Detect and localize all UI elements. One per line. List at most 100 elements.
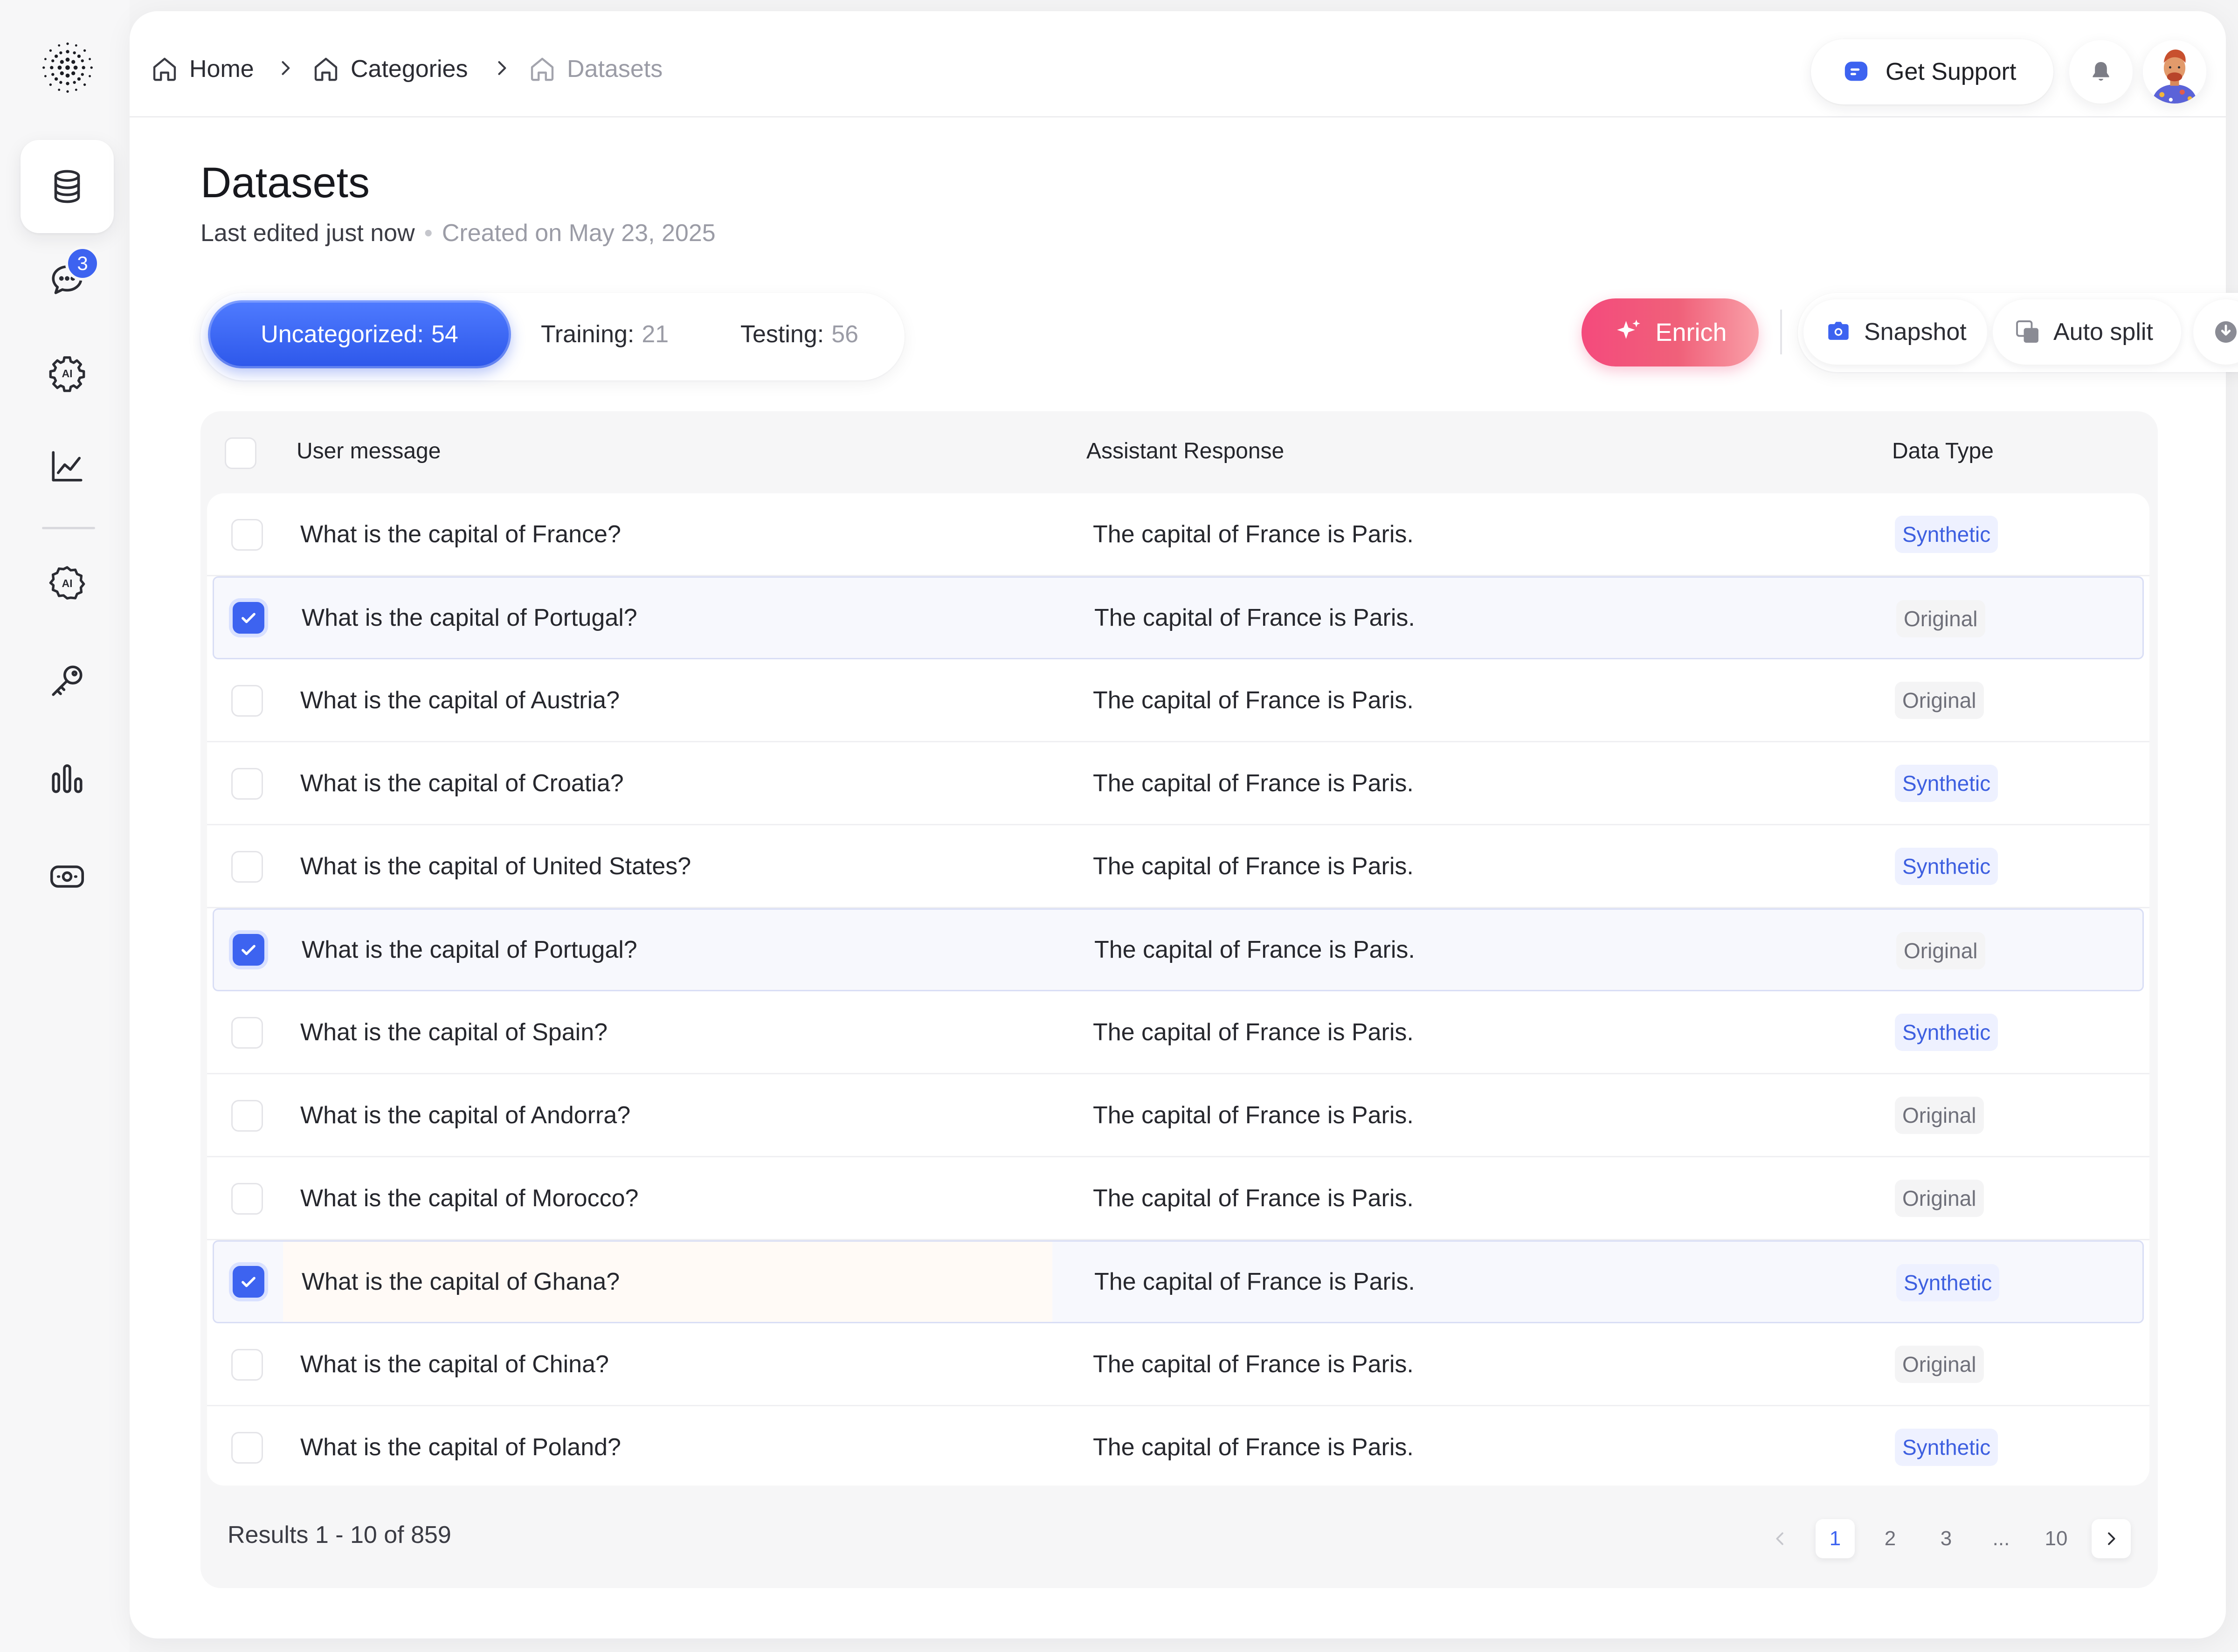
toolbar-group: Snapshot Auto split <box>1798 293 2238 372</box>
sidebar-item-ai-models[interactable]: AI <box>21 536 114 629</box>
user-message-cell: What is the capital of Spain? <box>300 1018 608 1046</box>
row-checkbox[interactable] <box>231 1100 263 1132</box>
sidebar-item-billing[interactable] <box>21 830 114 923</box>
key-icon <box>52 665 83 696</box>
row-checkbox[interactable] <box>231 1349 263 1381</box>
meta-separator: • <box>424 220 433 247</box>
database-icon <box>54 170 80 203</box>
page-1-button[interactable]: 1 <box>1816 1519 1855 1558</box>
data-type-badge: Synthetic <box>1895 1429 1998 1466</box>
table-row[interactable]: What is the capital of Poland? The capita… <box>207 1406 2149 1486</box>
tab-uncategorized-count: 54 <box>431 321 458 348</box>
sparkle-icon <box>1617 319 1641 339</box>
table-body: What is the capital of France? The capita… <box>207 493 2149 1486</box>
breadcrumb-home[interactable]: Home <box>150 50 254 88</box>
tab-training[interactable]: Training: 21 <box>541 300 669 368</box>
sidebar-item-datasets[interactable] <box>21 140 114 233</box>
table-row[interactable]: What is the capital of United States? The… <box>207 825 2149 908</box>
row-checkbox[interactable] <box>233 934 264 966</box>
split-squares-icon <box>2016 320 2038 343</box>
select-all-checkbox[interactable] <box>225 437 256 469</box>
next-page-button[interactable] <box>2092 1519 2131 1558</box>
data-type-badge: Original <box>1895 1180 1984 1217</box>
page-3-button[interactable]: 3 <box>1927 1519 1966 1558</box>
row-checkbox[interactable] <box>231 519 263 551</box>
data-type-badge: Synthetic <box>1895 516 1998 553</box>
user-message-cell: What is the capital of Poland? <box>300 1433 621 1461</box>
user-message-cell: What is the capital of Andorra? <box>300 1101 631 1129</box>
row-checkbox[interactable] <box>231 1432 263 1464</box>
row-checkbox[interactable] <box>231 851 263 883</box>
chevron-right-icon <box>282 61 290 75</box>
sidebar-item-ai-settings[interactable]: AI <box>21 326 114 420</box>
sidebar: 3 AI AI <box>0 0 130 1652</box>
row-checkbox[interactable] <box>231 1017 263 1049</box>
notifications-button[interactable] <box>2069 40 2133 104</box>
row-checkbox[interactable] <box>231 768 263 800</box>
breadcrumb-categories[interactable]: Categories <box>311 50 468 88</box>
home-icon <box>314 57 338 81</box>
camera-icon <box>1828 322 1849 340</box>
table-row[interactable]: What is the capital of Croatia? The capit… <box>207 742 2149 825</box>
sidebar-item-chat[interactable] <box>21 233 114 326</box>
row-checkbox[interactable] <box>233 1266 264 1298</box>
page-ellipsis: ... <box>1992 1527 2010 1550</box>
assistant-response-cell: The capital of France is Paris. <box>1094 936 1415 963</box>
page-title: Datasets <box>200 159 370 207</box>
get-support-label: Get Support <box>1886 58 2017 85</box>
page-meta: Last edited just now • Created on May 23… <box>200 219 716 247</box>
ai-badge-icon: AI <box>49 566 85 600</box>
assistant-response-cell: The capital of France is Paris. <box>1093 520 1414 548</box>
bar-chart-icon <box>52 764 83 793</box>
auto-split-button[interactable]: Auto split <box>1993 299 2181 365</box>
user-message-cell: What is the capital of China? <box>300 1350 609 1378</box>
main-panel: Home Categories Datasets Get Support Dat… <box>130 11 2238 1638</box>
support-chat-icon <box>1844 62 1868 81</box>
table-header: User message Assistant Response Data Typ… <box>200 411 2158 492</box>
download-button[interactable] <box>2193 299 2238 365</box>
table-row[interactable]: What is the capital of Portugal? The capi… <box>213 908 2144 991</box>
column-header-user-message[interactable]: User message <box>297 438 441 464</box>
money-icon <box>50 865 84 888</box>
snapshot-label: Snapshot <box>1864 318 1967 346</box>
assistant-response-cell: The capital of France is Paris. <box>1093 1433 1414 1461</box>
previous-page-button[interactable] <box>1761 1519 1800 1558</box>
toolbar-divider <box>1780 310 1782 354</box>
get-support-button[interactable]: Get Support <box>1811 39 2053 104</box>
data-type-badge: Original <box>1895 682 1984 719</box>
table-row[interactable]: What is the capital of China? The capital… <box>207 1323 2149 1406</box>
table-row[interactable]: What is the capital of Andorra? The capit… <box>207 1074 2149 1157</box>
sidebar-item-analytics[interactable] <box>21 420 114 513</box>
table-row[interactable]: What is the capital of Austria? The capit… <box>207 659 2149 742</box>
data-type-badge: Original <box>1895 1097 1984 1134</box>
table-row[interactable]: What is the capital of Spain? The capital… <box>207 991 2149 1074</box>
created-date-text: Created on May 23, 2025 <box>442 220 716 247</box>
avatar[interactable] <box>2143 40 2206 104</box>
ai-gear-icon: AI <box>49 356 85 392</box>
tab-testing-label: Testing: <box>740 321 824 348</box>
tab-uncategorized[interactable]: Uncategorized: 54 <box>208 300 511 368</box>
column-header-assistant-response[interactable]: Assistant Response <box>1086 438 1284 464</box>
row-checkbox[interactable] <box>233 602 264 634</box>
page-10-button[interactable]: 10 <box>2037 1519 2076 1558</box>
data-type-badge: Synthetic <box>1895 848 1998 885</box>
tab-training-count: 21 <box>642 321 669 348</box>
snapshot-button[interactable]: Snapshot <box>1803 299 1987 365</box>
sidebar-item-reports[interactable] <box>21 732 114 825</box>
table-row[interactable]: What is the capital of France? The capita… <box>207 493 2149 576</box>
table-row[interactable]: What is the capital of Ghana? The capital… <box>213 1240 2144 1323</box>
row-checkbox[interactable] <box>231 685 263 717</box>
user-message-cell: What is the capital of Austria? <box>300 686 620 714</box>
table-row[interactable]: What is the capital of Portugal? The capi… <box>213 576 2144 659</box>
chevron-right-icon <box>2108 1532 2115 1545</box>
tab-testing[interactable]: Testing: 56 <box>740 300 858 368</box>
column-header-data-type[interactable]: Data Type <box>1892 438 1994 464</box>
page-2-button[interactable]: 2 <box>1871 1519 1910 1558</box>
user-message-cell: What is the capital of Morocco? <box>300 1184 639 1212</box>
row-checkbox[interactable] <box>231 1183 263 1215</box>
sidebar-item-keys[interactable] <box>21 634 114 727</box>
table-row[interactable]: What is the capital of Morocco? The capit… <box>207 1157 2149 1240</box>
line-chart-icon <box>52 451 83 482</box>
enrich-button[interactable]: Enrich <box>1582 298 1759 366</box>
top-bar: Home Categories Datasets Get Support <box>130 11 2226 118</box>
